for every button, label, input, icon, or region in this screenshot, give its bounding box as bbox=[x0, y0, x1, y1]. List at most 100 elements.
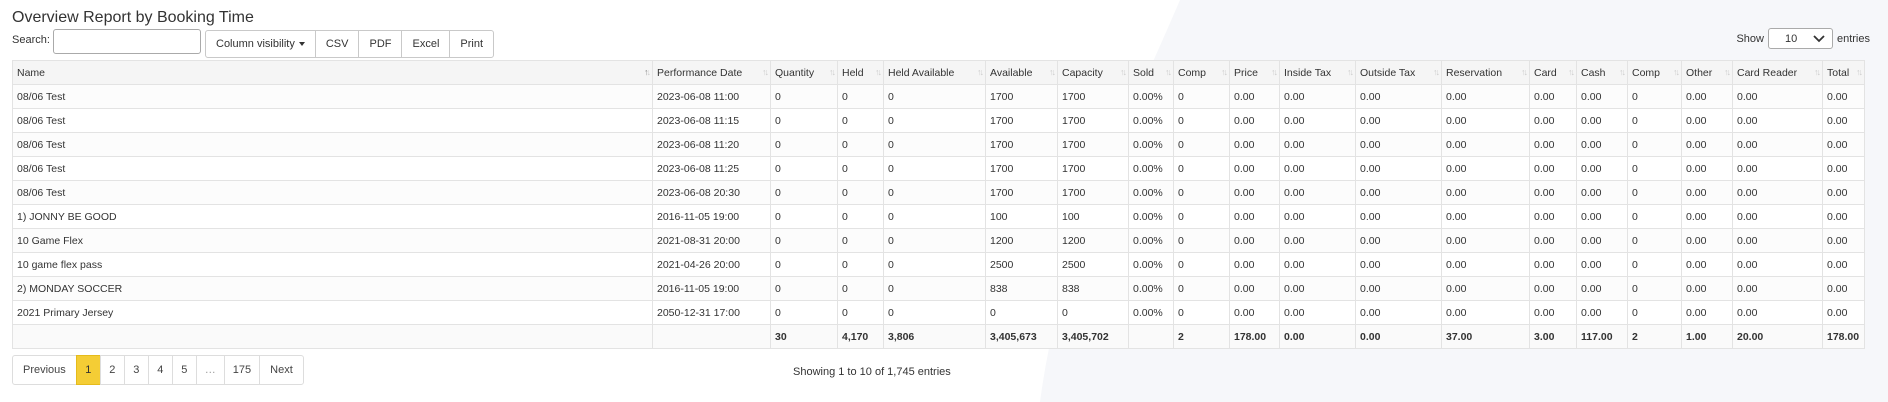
column-header-other-16[interactable]: Other ↑↓ bbox=[1681, 60, 1733, 85]
cell-capacity: 1700 bbox=[1057, 180, 1129, 205]
csv-button[interactable]: CSV bbox=[314, 30, 360, 58]
column-header-sold-7[interactable]: Sold ↑↓ bbox=[1128, 60, 1174, 85]
totals-row: 30 4,170 3,806 3,405,673 3,405,702 2 178.00 0.0… bbox=[12, 324, 1865, 349]
pdf-button[interactable]: PDF bbox=[358, 30, 403, 58]
cell-held: 0 bbox=[837, 300, 884, 325]
cell-other: 0.00 bbox=[1681, 108, 1733, 133]
column-header-card-reader-17[interactable]: Card Reader ↑↓ bbox=[1732, 60, 1823, 85]
cell-quantity: 0 bbox=[770, 300, 838, 325]
cell-comp: 0 bbox=[1627, 84, 1682, 109]
table-row: 08/06 Test 2023-06-08 11:00 0 0 0 1700 1700 0.0… bbox=[12, 84, 1865, 109]
cell-held: 0 bbox=[837, 108, 884, 133]
cell-sold: 0.00% bbox=[1128, 228, 1174, 253]
cell-cash: 0.00 bbox=[1576, 108, 1628, 133]
cell-other: 0.00 bbox=[1681, 132, 1733, 157]
column-header-inside-tax-10[interactable]: Inside Tax ↑↓ bbox=[1279, 60, 1356, 85]
sort-icon: ↑↓ bbox=[1568, 67, 1575, 77]
cell-comp: 0 bbox=[1627, 180, 1682, 205]
column-header-label: Cash bbox=[1581, 66, 1606, 79]
cell-comp: 0 bbox=[1173, 228, 1230, 253]
cell-held-available: 0 bbox=[883, 180, 986, 205]
cell-other: 0.00 bbox=[1681, 156, 1733, 181]
column-header-reservation-12[interactable]: Reservation ↑↓ bbox=[1441, 60, 1530, 85]
column-header-name-0[interactable]: Name ↑↓ bbox=[12, 60, 653, 85]
cell-cash: 0.00 bbox=[1576, 84, 1628, 109]
previous-page-button[interactable]: Previous bbox=[12, 355, 77, 385]
cell-card-reader: 0.00 bbox=[1732, 228, 1823, 253]
column-header-comp-15[interactable]: Comp ↑↓ bbox=[1627, 60, 1682, 85]
column-header-cash-14[interactable]: Cash ↑↓ bbox=[1576, 60, 1628, 85]
cell-held: 0 bbox=[837, 204, 884, 229]
total-capacity: 3,405,702 bbox=[1057, 324, 1129, 349]
column-header-capacity-6[interactable]: Capacity ↑↓ bbox=[1057, 60, 1129, 85]
cell-performance-date: 2016-11-05 19:00 bbox=[652, 276, 771, 301]
total-price: 178.00 bbox=[1229, 324, 1280, 349]
cell-quantity: 0 bbox=[770, 204, 838, 229]
sort-icon: ↑↓ bbox=[1673, 67, 1680, 77]
cell-total: 0.00 bbox=[1822, 300, 1865, 325]
column-header-held-3[interactable]: Held ↑↓ bbox=[837, 60, 884, 85]
table-row: 08/06 Test 2023-06-08 11:25 0 0 0 1700 1700 0.0… bbox=[12, 156, 1865, 181]
cell-comp: 0 bbox=[1627, 228, 1682, 253]
column-header-performance-date-1[interactable]: Performance Date ↑↓ bbox=[652, 60, 771, 85]
cell-card: 0.00 bbox=[1529, 204, 1577, 229]
cell-outside-tax: 0.00 bbox=[1355, 84, 1442, 109]
page-button-5[interactable]: 5 bbox=[171, 355, 197, 385]
column-header-comp-8[interactable]: Comp ↑↓ bbox=[1173, 60, 1230, 85]
print-button[interactable]: Print bbox=[449, 30, 495, 58]
column-header-quantity-2[interactable]: Quantity ↑↓ bbox=[770, 60, 838, 85]
excel-button[interactable]: Excel bbox=[401, 30, 451, 58]
sort-icon: ↑↓ bbox=[762, 67, 769, 77]
cell-name: 08/06 Test bbox=[12, 108, 653, 133]
sort-icon: ↑↓ bbox=[1347, 67, 1354, 77]
cell-quantity: 0 bbox=[770, 252, 838, 277]
cell-other: 0.00 bbox=[1681, 204, 1733, 229]
column-header-label: Available bbox=[990, 66, 1033, 79]
cell-quantity: 0 bbox=[770, 132, 838, 157]
page-button-175[interactable]: 175 bbox=[223, 355, 261, 385]
cell-performance-date: 2016-11-05 19:00 bbox=[652, 204, 771, 229]
cell-name: 10 Game Flex bbox=[12, 228, 653, 253]
total-sold bbox=[1128, 324, 1174, 349]
page-button-1[interactable]: 1 bbox=[75, 355, 101, 385]
cell-cash: 0.00 bbox=[1576, 204, 1628, 229]
cell-inside-tax: 0.00 bbox=[1279, 300, 1356, 325]
cell-capacity: 1700 bbox=[1057, 132, 1129, 157]
column-header-held-available-4[interactable]: Held Available ↑↓ bbox=[883, 60, 986, 85]
page-length-select[interactable]: 10 bbox=[1767, 28, 1833, 49]
cell-price: 0.00 bbox=[1229, 228, 1280, 253]
cell-inside-tax: 0.00 bbox=[1279, 204, 1356, 229]
page-button-2[interactable]: 2 bbox=[99, 355, 125, 385]
cell-held-available: 0 bbox=[883, 132, 986, 157]
column-header-outside-tax-11[interactable]: Outside Tax ↑↓ bbox=[1355, 60, 1442, 85]
entries-label: entries bbox=[1836, 32, 1870, 45]
column-header-card-13[interactable]: Card ↑↓ bbox=[1529, 60, 1577, 85]
cell-comp: 0 bbox=[1173, 276, 1230, 301]
column-visibility-button[interactable]: Column visibility bbox=[205, 30, 316, 58]
table-body: 08/06 Test 2023-06-08 11:00 0 0 0 1700 1700 0.0… bbox=[12, 84, 1865, 325]
column-header-price-9[interactable]: Price ↑↓ bbox=[1229, 60, 1280, 85]
cell-price: 0.00 bbox=[1229, 204, 1280, 229]
cell-available: 2500 bbox=[985, 252, 1058, 277]
cell-quantity: 0 bbox=[770, 108, 838, 133]
cell-capacity: 0 bbox=[1057, 300, 1129, 325]
search-input[interactable] bbox=[53, 29, 201, 54]
cell-held: 0 bbox=[837, 84, 884, 109]
column-header-available-5[interactable]: Available ↑↓ bbox=[985, 60, 1058, 85]
cell-total: 0.00 bbox=[1822, 108, 1865, 133]
column-header-total-18[interactable]: Total ↑↓ bbox=[1822, 60, 1865, 85]
cell-quantity: 0 bbox=[770, 276, 838, 301]
next-page-button[interactable]: Next bbox=[259, 355, 304, 385]
page-button-3[interactable]: 3 bbox=[123, 355, 149, 385]
cell-card-reader: 0.00 bbox=[1732, 276, 1823, 301]
cell-held: 0 bbox=[837, 252, 884, 277]
sort-icon: ↑↓ bbox=[1521, 67, 1528, 77]
cell-outside-tax: 0.00 bbox=[1355, 108, 1442, 133]
cell-comp: 0 bbox=[1627, 108, 1682, 133]
page-button-4[interactable]: 4 bbox=[147, 355, 173, 385]
cell-comp: 0 bbox=[1173, 156, 1230, 181]
cell-reservation: 0.00 bbox=[1441, 252, 1530, 277]
page-title: Overview Report by Booking Time bbox=[12, 9, 254, 26]
pagination-ellipsis: … bbox=[195, 355, 225, 385]
table-row: 10 Game Flex 2021-08-31 20:00 0 0 0 1200 1200 0… bbox=[12, 228, 1865, 253]
